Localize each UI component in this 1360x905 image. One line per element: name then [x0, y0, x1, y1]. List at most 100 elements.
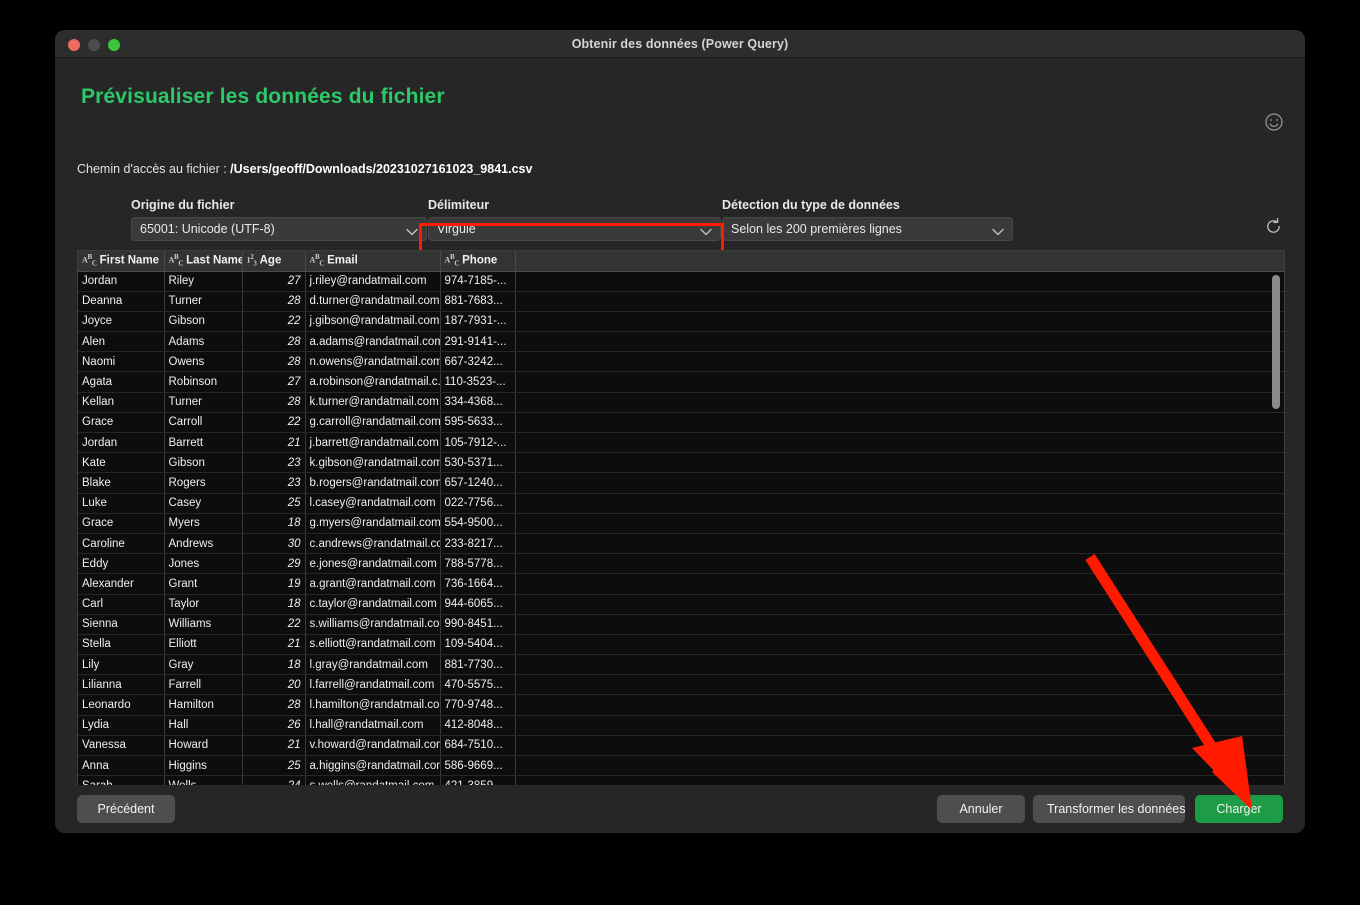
delimiter-value: Virgule [437, 222, 476, 236]
abc-text-type-icon: ABC [82, 252, 97, 267]
column-label: Last Name [186, 254, 242, 267]
refresh-icon[interactable] [1264, 217, 1283, 236]
table-cell: Turner [164, 291, 243, 312]
table-row[interactable]: Kate Gibson 23 k.gibson@randatmail.com 530-5… [78, 452, 1284, 474]
data-type-detection-select[interactable]: Selon les 200 premières lignes [722, 217, 1013, 241]
table-row[interactable]: Anna Higgins 25 a.higgins@randatmail.com 586… [78, 755, 1284, 777]
table-cell: Owens [164, 351, 243, 373]
cancel-button[interactable]: Annuler [937, 795, 1025, 823]
table-row[interactable]: Grace Carroll 22 g.carroll@randatmail.com 59… [78, 412, 1284, 434]
table-cell: a.higgins@randatmail.com [305, 755, 441, 777]
table-cell: Lydia [78, 715, 165, 736]
table-cell: n.owens@randatmail.com [305, 351, 441, 373]
table-cell: 21 [242, 634, 306, 656]
table-cell: 28 [242, 392, 306, 413]
table-cell: 990-8451... [440, 614, 516, 635]
table-cell: 28 [242, 331, 306, 353]
load-button[interactable]: Charger [1195, 795, 1283, 823]
table-cell: 22 [242, 311, 306, 333]
abc-text-type-icon: ABC [168, 252, 184, 267]
table-row[interactable]: Agata Robinson 27 a.robinson@randatmail.c..… [78, 371, 1284, 393]
window-titlebar: Obtenir des données (Power Query) [55, 30, 1305, 58]
column-header-last-name[interactable]: ABC Last Name [164, 251, 243, 272]
table-row[interactable]: Jordan Riley 27 j.riley@randatmail.com 974-7… [78, 271, 1284, 292]
page-title: Prévisualiser les données du fichier [81, 85, 445, 108]
table-cell-filler [515, 271, 1284, 292]
table-cell: 22 [242, 614, 306, 635]
table-row[interactable]: Carl Taylor 18 c.taylor@randatmail.com 944-6… [78, 594, 1284, 615]
table-row[interactable]: Stella Elliott 21 s.elliott@randatmail.com 1… [78, 634, 1284, 656]
delimiter-select[interactable]: Virgule [428, 217, 721, 241]
table-cell: 788-5778... [440, 553, 516, 575]
table-cell: Lilianna [78, 674, 165, 696]
table-cell: v.howard@randatmail.com [305, 735, 441, 757]
table-cell: d.turner@randatmail.com [305, 291, 441, 312]
table-cell: 28 [242, 351, 306, 373]
table-cell: 684-7510... [440, 735, 516, 757]
table-row[interactable]: Alexander Grant 19 a.grant@randatmail.com 73… [78, 573, 1284, 595]
table-cell: Turner [164, 392, 243, 413]
table-row[interactable]: Lydia Hall 26 l.hall@randatmail.com 412-8048… [78, 715, 1284, 736]
table-row[interactable]: Blake Rogers 23 b.rogers@randatmail.com 657-… [78, 472, 1284, 494]
table-row[interactable]: Vanessa Howard 21 v.howard@randatmail.com 68… [78, 735, 1284, 757]
column-label: Phone [462, 254, 498, 267]
previous-button[interactable]: Précédent [77, 795, 175, 823]
table-cell: g.myers@randatmail.com [305, 513, 441, 534]
table-cell: Gibson [164, 311, 243, 333]
table-cell-filler [515, 452, 1284, 474]
table-cell: Agata [78, 371, 165, 393]
table-cell: 110-3523-... [440, 371, 516, 393]
table-cell: Jones [164, 553, 243, 575]
abc-text-type-icon: ABC [309, 252, 325, 267]
table-cell: Carl [78, 594, 165, 615]
table-row[interactable]: Deanna Turner 28 d.turner@randatmail.com 881… [78, 291, 1284, 312]
table-row[interactable]: Lily Gray 18 l.gray@randatmail.com 881-7730.… [78, 654, 1284, 676]
smiley-feedback-icon[interactable] [1264, 112, 1284, 132]
table-row[interactable]: Naomi Owens 28 n.owens@randatmail.com 667-32… [78, 351, 1284, 373]
table-cell: Luke [78, 493, 165, 514]
column-header-first-name[interactable]: ABC First Name [78, 251, 165, 272]
table-cell: Blake [78, 472, 165, 494]
table-cell-filler [515, 594, 1284, 615]
table-cell: 23 [242, 472, 306, 494]
table-row[interactable]: Leonardo Hamilton 28 l.hamilton@randatmail.… [78, 694, 1284, 716]
table-row[interactable]: Jordan Barrett 21 j.barrett@randatmail.com 1… [78, 432, 1284, 454]
table-row[interactable]: Kellan Turner 28 k.turner@randatmail.com 334… [78, 392, 1284, 413]
table-cell: 19 [242, 573, 306, 595]
table-cell: c.taylor@randatmail.com [305, 594, 441, 615]
table-row[interactable]: Grace Myers 18 g.myers@randatmail.com 554-95… [78, 513, 1284, 534]
table-cell: Anna [78, 755, 165, 777]
table-cell: Kellan [78, 392, 165, 413]
table-row[interactable]: Lilianna Farrell 20 l.farrell@randatmail.co… [78, 674, 1284, 696]
table-cell: Vanessa [78, 735, 165, 757]
table-cell: Kate [78, 452, 165, 474]
file-origin-select[interactable]: 65001: Unicode (UTF-8) [131, 217, 427, 241]
file-path-label: Chemin d'accès au fichier : [77, 162, 227, 176]
table-cell: 530-5371... [440, 452, 516, 474]
table-cell: 18 [242, 594, 306, 615]
column-header-phone[interactable]: ABC Phone [440, 251, 516, 272]
table-row[interactable]: Joyce Gibson 22 j.gibson@randatmail.com 187-… [78, 311, 1284, 333]
table-cell: l.casey@randatmail.com [305, 493, 441, 514]
table-row[interactable]: Caroline Andrews 30 c.andrews@randatmail.co… [78, 533, 1284, 555]
table-cell: 29 [242, 553, 306, 575]
table-vertical-scrollbar[interactable] [1272, 275, 1280, 409]
table-cell: Hall [164, 715, 243, 736]
table-body: Jordan Riley 27 j.riley@randatmail.com 974-7… [78, 271, 1284, 795]
table-cell: 21 [242, 432, 306, 454]
table-row[interactable]: Luke Casey 25 l.casey@randatmail.com 022-775… [78, 493, 1284, 514]
table-header-row: ABC First Name ABC Last Name 123 Age ABC Ema… [78, 251, 1284, 272]
table-row[interactable]: Alen Adams 28 a.adams@randatmail.com 291-914… [78, 331, 1284, 353]
chevron-down-icon [406, 225, 418, 236]
data-preview-table[interactable]: ABC First Name ABC Last Name 123 Age ABC Ema… [77, 250, 1285, 796]
column-header-email[interactable]: ABC Email [305, 251, 441, 272]
transform-data-button[interactable]: Transformer les données [1033, 795, 1186, 823]
table-cell: 22 [242, 412, 306, 434]
table-row[interactable]: Eddy Jones 29 e.jones@randatmail.com 788-577… [78, 553, 1284, 575]
column-header-age[interactable]: 123 Age [242, 251, 306, 272]
table-cell: 27 [242, 371, 306, 393]
power-query-dialog-window: Obtenir des données (Power Query) Prévis… [55, 30, 1305, 833]
table-row[interactable]: Sienna Williams 22 s.williams@randatmail.co… [78, 614, 1284, 635]
table-cell: 28 [242, 291, 306, 312]
table-cell: Jordan [78, 432, 165, 454]
